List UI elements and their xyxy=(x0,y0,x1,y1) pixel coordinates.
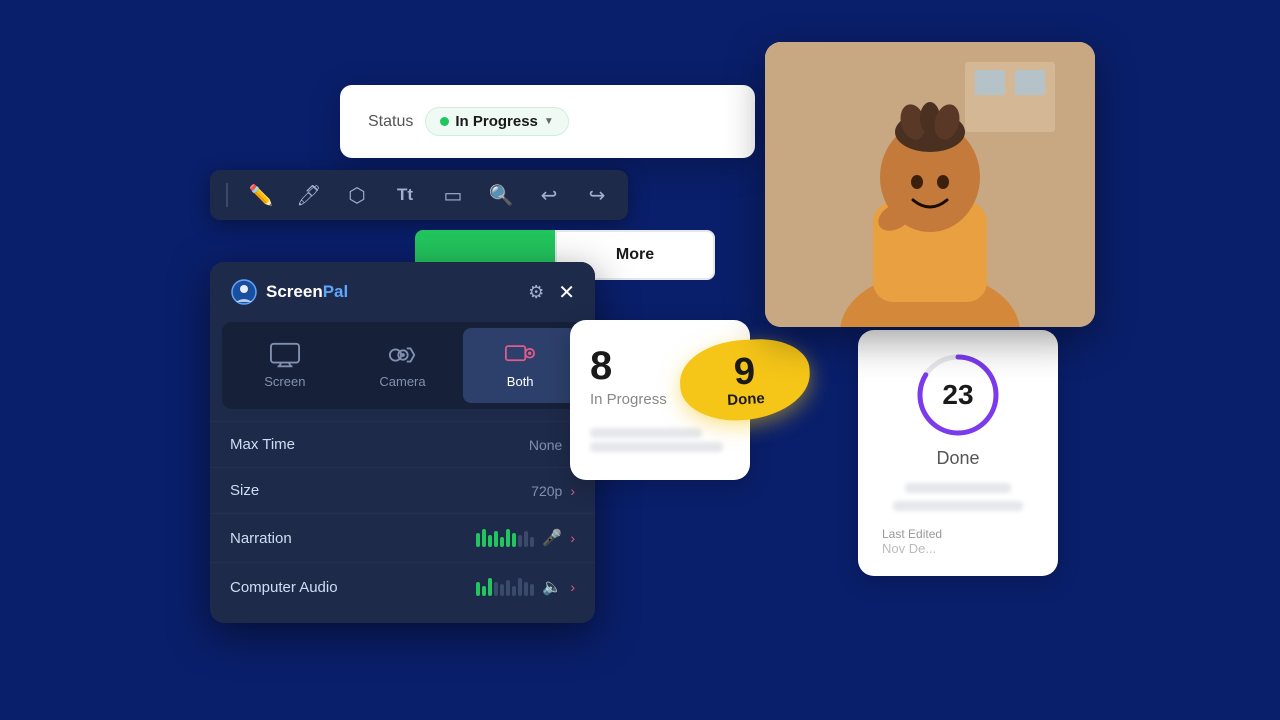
max-time-value-area: None › xyxy=(529,437,575,453)
status-label: Status xyxy=(368,113,413,131)
narration-chevron: › xyxy=(570,530,575,546)
blurred-circle-row2 xyxy=(893,501,1022,511)
bar1 xyxy=(476,533,480,547)
speaker-icon: 🔈 xyxy=(542,577,562,597)
screen-label: Screen xyxy=(264,374,305,389)
pencil-icon[interactable]: ✏️ xyxy=(246,180,276,210)
abar6 xyxy=(506,580,510,596)
size-value: 720p xyxy=(531,483,562,499)
abar10 xyxy=(530,584,534,596)
size-row[interactable]: Size 720p › xyxy=(210,467,595,513)
settings-icon[interactable]: ⚙ xyxy=(528,282,544,303)
abar3 xyxy=(488,578,492,596)
bar10 xyxy=(530,537,534,547)
zoom-icon[interactable]: 🔍 xyxy=(486,180,516,210)
logo-text: ScreenPal xyxy=(266,282,348,302)
abar1 xyxy=(476,582,480,596)
bar8 xyxy=(518,535,522,547)
eraser-icon[interactable]: ⬡ xyxy=(342,180,372,210)
bar7 xyxy=(512,533,516,547)
close-icon[interactable]: ✕ xyxy=(558,280,575,305)
done-circle-count: 23 xyxy=(942,379,973,411)
computer-audio-value-area: 🔈 › xyxy=(476,577,575,597)
both-icon xyxy=(505,342,535,368)
status-dot xyxy=(440,117,449,126)
mode-screen[interactable]: Screen xyxy=(228,328,342,403)
max-time-row[interactable]: Max Time None › xyxy=(210,421,595,467)
blurred-circle-row1 xyxy=(905,483,1011,493)
mic-icon: 🎤 xyxy=(542,528,562,548)
abar5 xyxy=(500,584,504,596)
done-circle-label: Done xyxy=(936,448,979,469)
abar9 xyxy=(524,582,528,596)
status-text: In Progress xyxy=(455,113,538,130)
settings-rows: Max Time None › Size 720p › Narration xyxy=(210,421,595,623)
header-icons: ⚙ ✕ xyxy=(528,280,575,305)
audio-bars xyxy=(476,578,534,596)
bar6 xyxy=(506,529,510,547)
both-label: Both xyxy=(507,374,534,389)
camera-icon xyxy=(388,342,418,368)
recorder-panel: ScreenPal ⚙ ✕ Screen xyxy=(210,262,595,623)
screen-icon xyxy=(270,342,300,368)
text-icon[interactable]: Tt xyxy=(390,180,420,210)
redo-icon[interactable]: ↪ xyxy=(582,180,612,210)
bar5 xyxy=(500,537,504,547)
max-time-value: None xyxy=(529,437,562,453)
bar4 xyxy=(494,531,498,547)
abar2 xyxy=(482,586,486,596)
last-edited-value: Nov De... xyxy=(882,541,936,556)
bar2 xyxy=(482,529,486,547)
computer-audio-chevron: › xyxy=(570,579,575,595)
screenpal-logo-icon xyxy=(230,278,258,306)
blurred-row2 xyxy=(590,442,723,452)
camera-label: Camera xyxy=(379,374,425,389)
toolbar: ✏️ 🖊 ⬡ Tt ▭ 🔍 ↩ ↪ xyxy=(210,170,628,220)
recorder-logo: ScreenPal xyxy=(230,278,348,306)
narration-row[interactable]: Narration 🎤 › xyxy=(210,513,595,562)
abar8 xyxy=(518,578,522,596)
size-label: Size xyxy=(230,482,259,499)
done-badge-count: 9 xyxy=(733,352,756,391)
bar9 xyxy=(524,531,528,547)
toolbar-divider xyxy=(226,183,228,207)
circle-container: 23 xyxy=(913,350,1003,440)
size-chevron: › xyxy=(570,483,575,499)
narration-bars xyxy=(476,529,534,547)
narration-label: Narration xyxy=(230,530,292,547)
last-edited-label: Last Edited xyxy=(882,527,942,541)
size-value-area: 720p › xyxy=(531,483,575,499)
video-inner xyxy=(765,42,1095,327)
bar3 xyxy=(488,535,492,547)
computer-audio-label: Computer Audio xyxy=(230,579,338,596)
blurred-row1 xyxy=(590,428,702,438)
done-badge-label: Done xyxy=(727,390,765,409)
recorder-header: ScreenPal ⚙ ✕ xyxy=(210,262,595,322)
highlight-icon[interactable]: 🖊 xyxy=(294,180,324,210)
done-circle-card: 23 Done Last Edited Nov De... xyxy=(858,330,1058,576)
narration-value-area: 🎤 › xyxy=(476,528,575,548)
abar7 xyxy=(512,586,516,596)
mode-selector: Screen Camera Both xyxy=(222,322,583,409)
rectangle-icon[interactable]: ▭ xyxy=(438,180,468,210)
computer-audio-row[interactable]: Computer Audio 🔈 › xyxy=(210,562,595,611)
max-time-label: Max Time xyxy=(230,436,295,453)
mode-camera[interactable]: Camera xyxy=(346,328,460,403)
video-feed xyxy=(765,42,1095,327)
undo-icon[interactable]: ↩ xyxy=(534,180,564,210)
person-svg xyxy=(765,42,1095,327)
abar4 xyxy=(494,582,498,596)
status-badge[interactable]: In Progress ▼ xyxy=(425,107,568,136)
chevron-down-icon: ▼ xyxy=(544,116,554,127)
mode-both[interactable]: Both xyxy=(463,328,577,403)
status-card: Status In Progress ▼ xyxy=(340,85,755,158)
